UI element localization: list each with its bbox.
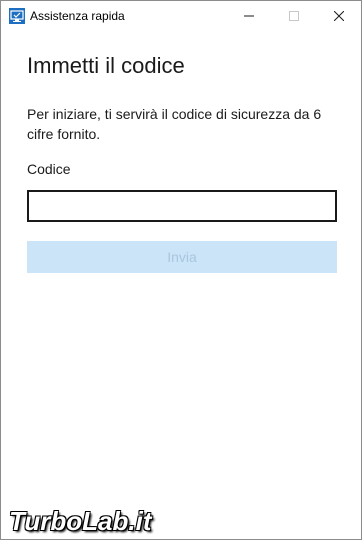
- maximize-button[interactable]: [271, 1, 316, 32]
- quick-assist-window: Assistenza rapida Immetti il codice Per …: [0, 0, 362, 540]
- window-title: Assistenza rapida: [30, 9, 125, 23]
- minimize-icon: [243, 8, 254, 26]
- title-bar[interactable]: Assistenza rapida: [1, 1, 361, 32]
- submit-button-label: Invia: [167, 249, 197, 265]
- submit-button[interactable]: Invia: [27, 241, 337, 273]
- code-input[interactable]: [27, 190, 337, 222]
- minimize-button[interactable]: [226, 1, 271, 32]
- watermark-logo: TurboLab.it: [1, 506, 179, 539]
- maximize-icon: [288, 8, 299, 26]
- close-icon: [333, 8, 344, 26]
- watermark-text: TurboLab.it: [9, 506, 152, 536]
- code-label: Codice: [27, 161, 71, 177]
- instructions-text: Per iniziare, ti servirà il codice di si…: [27, 106, 322, 142]
- close-button[interactable]: [316, 1, 361, 32]
- page-title: Immetti il codice: [27, 53, 185, 78]
- quick-assist-icon: [9, 8, 25, 24]
